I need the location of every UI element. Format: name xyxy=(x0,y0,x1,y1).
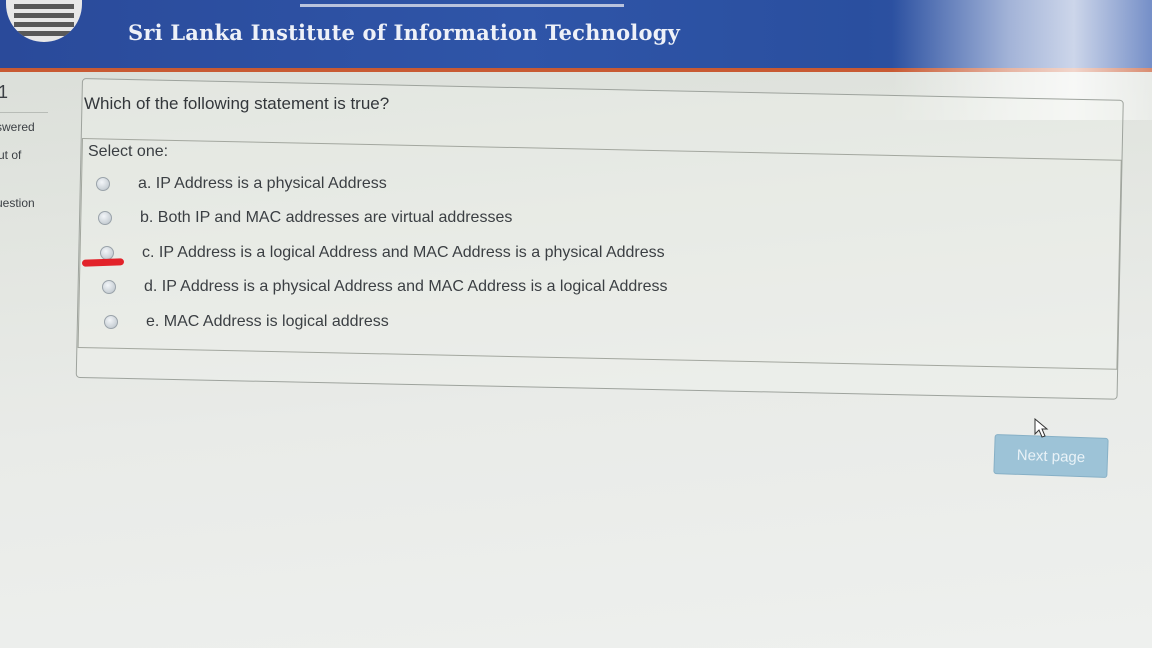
radio-icon[interactable] xyxy=(96,177,110,191)
option-a[interactable]: a. IP Address is a physical Address xyxy=(96,175,387,193)
select-one-prompt: Select one: xyxy=(88,143,169,160)
radio-icon[interactable] xyxy=(98,211,112,225)
option-d[interactable]: d. IP Address is a physical Address and … xyxy=(102,278,668,296)
institution-name: Sri Lanka Institute of Information Techn… xyxy=(128,20,680,45)
question-marks: ut of xyxy=(0,148,22,162)
question-text: Which of the following statement is true… xyxy=(84,94,390,113)
option-e[interactable]: e. MAC Address is logical address xyxy=(104,313,389,331)
option-label: b. Both IP and MAC addresses are virtual… xyxy=(140,209,513,226)
header-divider xyxy=(300,4,624,7)
next-page-button[interactable]: Next page xyxy=(993,434,1109,478)
radio-icon[interactable] xyxy=(104,315,118,329)
red-pen-mark xyxy=(81,258,125,267)
option-label: e. MAC Address is logical address xyxy=(146,313,389,330)
question-info-panel: 1 swered ut of uestion xyxy=(0,82,50,222)
option-c[interactable]: c. IP Address is a logical Address and M… xyxy=(100,244,665,262)
option-label: d. IP Address is a physical Address and … xyxy=(144,278,668,295)
mouse-pointer-icon xyxy=(1034,418,1049,438)
option-b[interactable]: b. Both IP and MAC addresses are virtual… xyxy=(98,209,512,227)
institute-logo[interactable] xyxy=(6,0,82,42)
question-status: swered xyxy=(0,120,35,134)
option-label: a. IP Address is a physical Address xyxy=(138,175,387,192)
question-number: 1 xyxy=(0,82,9,102)
info-divider xyxy=(0,112,48,113)
option-label: c. IP Address is a logical Address and M… xyxy=(142,244,665,261)
radio-icon[interactable] xyxy=(102,280,116,294)
flag-question-link[interactable]: uestion xyxy=(0,196,35,210)
